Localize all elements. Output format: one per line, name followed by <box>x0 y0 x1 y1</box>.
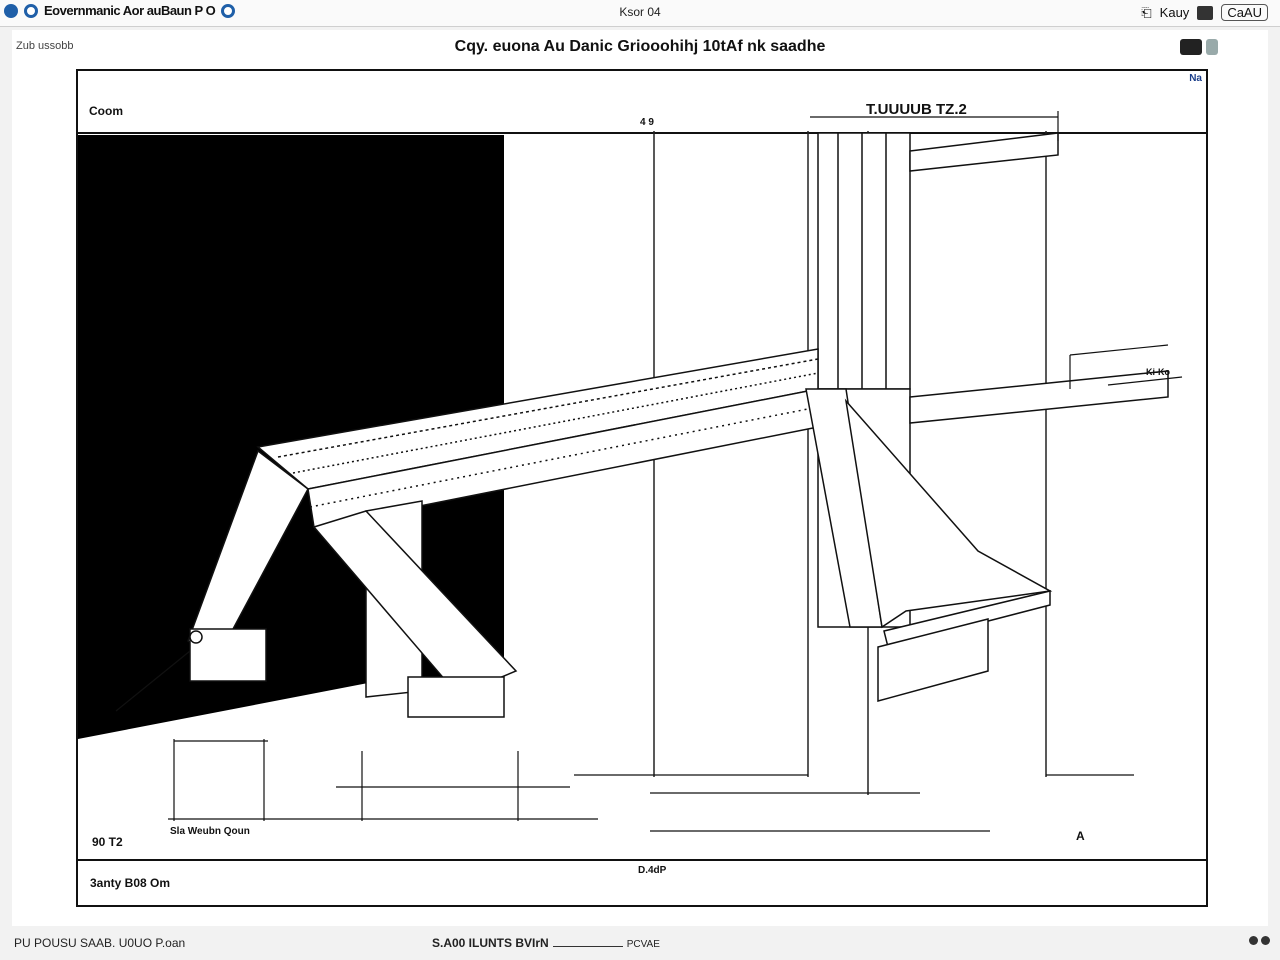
status-bar: PU POUSU SAAB. U0UO P.oan S.A00 ILUNTS B… <box>0 926 1280 960</box>
title-bar-left: Eovernmanic Aor auBaun P O <box>4 3 236 18</box>
cad-button[interactable]: CaAU <box>1221 4 1268 21</box>
account-label[interactable]: Kauy <box>1160 5 1190 20</box>
drawing-label-bottom-left: 90 T2 <box>92 835 123 849</box>
expand-icon[interactable] <box>1206 39 1218 55</box>
title-bar: Eovernmanic Aor auBaun P O Ksor 04 ⎗ Kau… <box>0 0 1280 27</box>
drawing-label-bottom-right: A <box>1076 829 1085 843</box>
status-dot-icon[interactable] <box>1249 936 1258 945</box>
header-divider <box>78 132 1206 134</box>
mark-label-right: Ki-Ko <box>1146 367 1170 377</box>
status-center-suffix: PCVAE <box>626 939 660 950</box>
status-divider-line <box>552 946 623 947</box>
title-bar-right: ⎗ Kauy CaAU <box>1141 4 1268 21</box>
mark-label-a: 4 9 <box>640 117 654 128</box>
drawing-frame: Coom T.UUUUB TZ.2 4 9 Ki-Ko 90 T2 Sla We… <box>76 69 1208 907</box>
footer-divider <box>78 859 1206 861</box>
back-icon[interactable] <box>4 3 18 18</box>
status-left: PU POUSU SAAB. U0UO P.oan <box>14 936 186 950</box>
drawing-label-top-left: Coom <box>89 104 123 118</box>
drawing-label-bottom-mid: Sla Weubn Qoun <box>170 826 250 837</box>
status-right <box>1249 936 1270 945</box>
right-support <box>805 388 1053 702</box>
panel-icon[interactable] <box>1180 39 1202 55</box>
app-title: Eovernmanic Aor auBaun P O <box>44 3 216 18</box>
camera-icon[interactable] <box>1197 5 1214 20</box>
forward-icon[interactable] <box>24 3 38 18</box>
drawing-nav-link[interactable]: Na <box>1189 73 1202 84</box>
dimension-label-top: T.UUUUB TZ.2 <box>866 101 967 118</box>
document-page: Zub ussobb Cqy. euona Au Danic Griooohih… <box>12 30 1268 926</box>
document-icon[interactable]: ⎗ <box>1141 5 1151 21</box>
bridge-drawing <box>78 111 1206 861</box>
panel-controls <box>1180 39 1218 55</box>
status-dot-icon[interactable] <box>1261 936 1270 945</box>
caption-left: 3anty B08 Om <box>90 876 171 890</box>
status-center-text: S.A00 ILUNTS BVIrN <box>432 936 549 950</box>
page-title: Cqy. euona Au Danic Griooohihj 10tAf nk … <box>454 38 826 55</box>
record-icon[interactable] <box>221 3 236 18</box>
caption-center: D.4dP <box>638 865 667 876</box>
status-center: S.A00 ILUNTS BVIrN PCVAE <box>432 936 660 950</box>
